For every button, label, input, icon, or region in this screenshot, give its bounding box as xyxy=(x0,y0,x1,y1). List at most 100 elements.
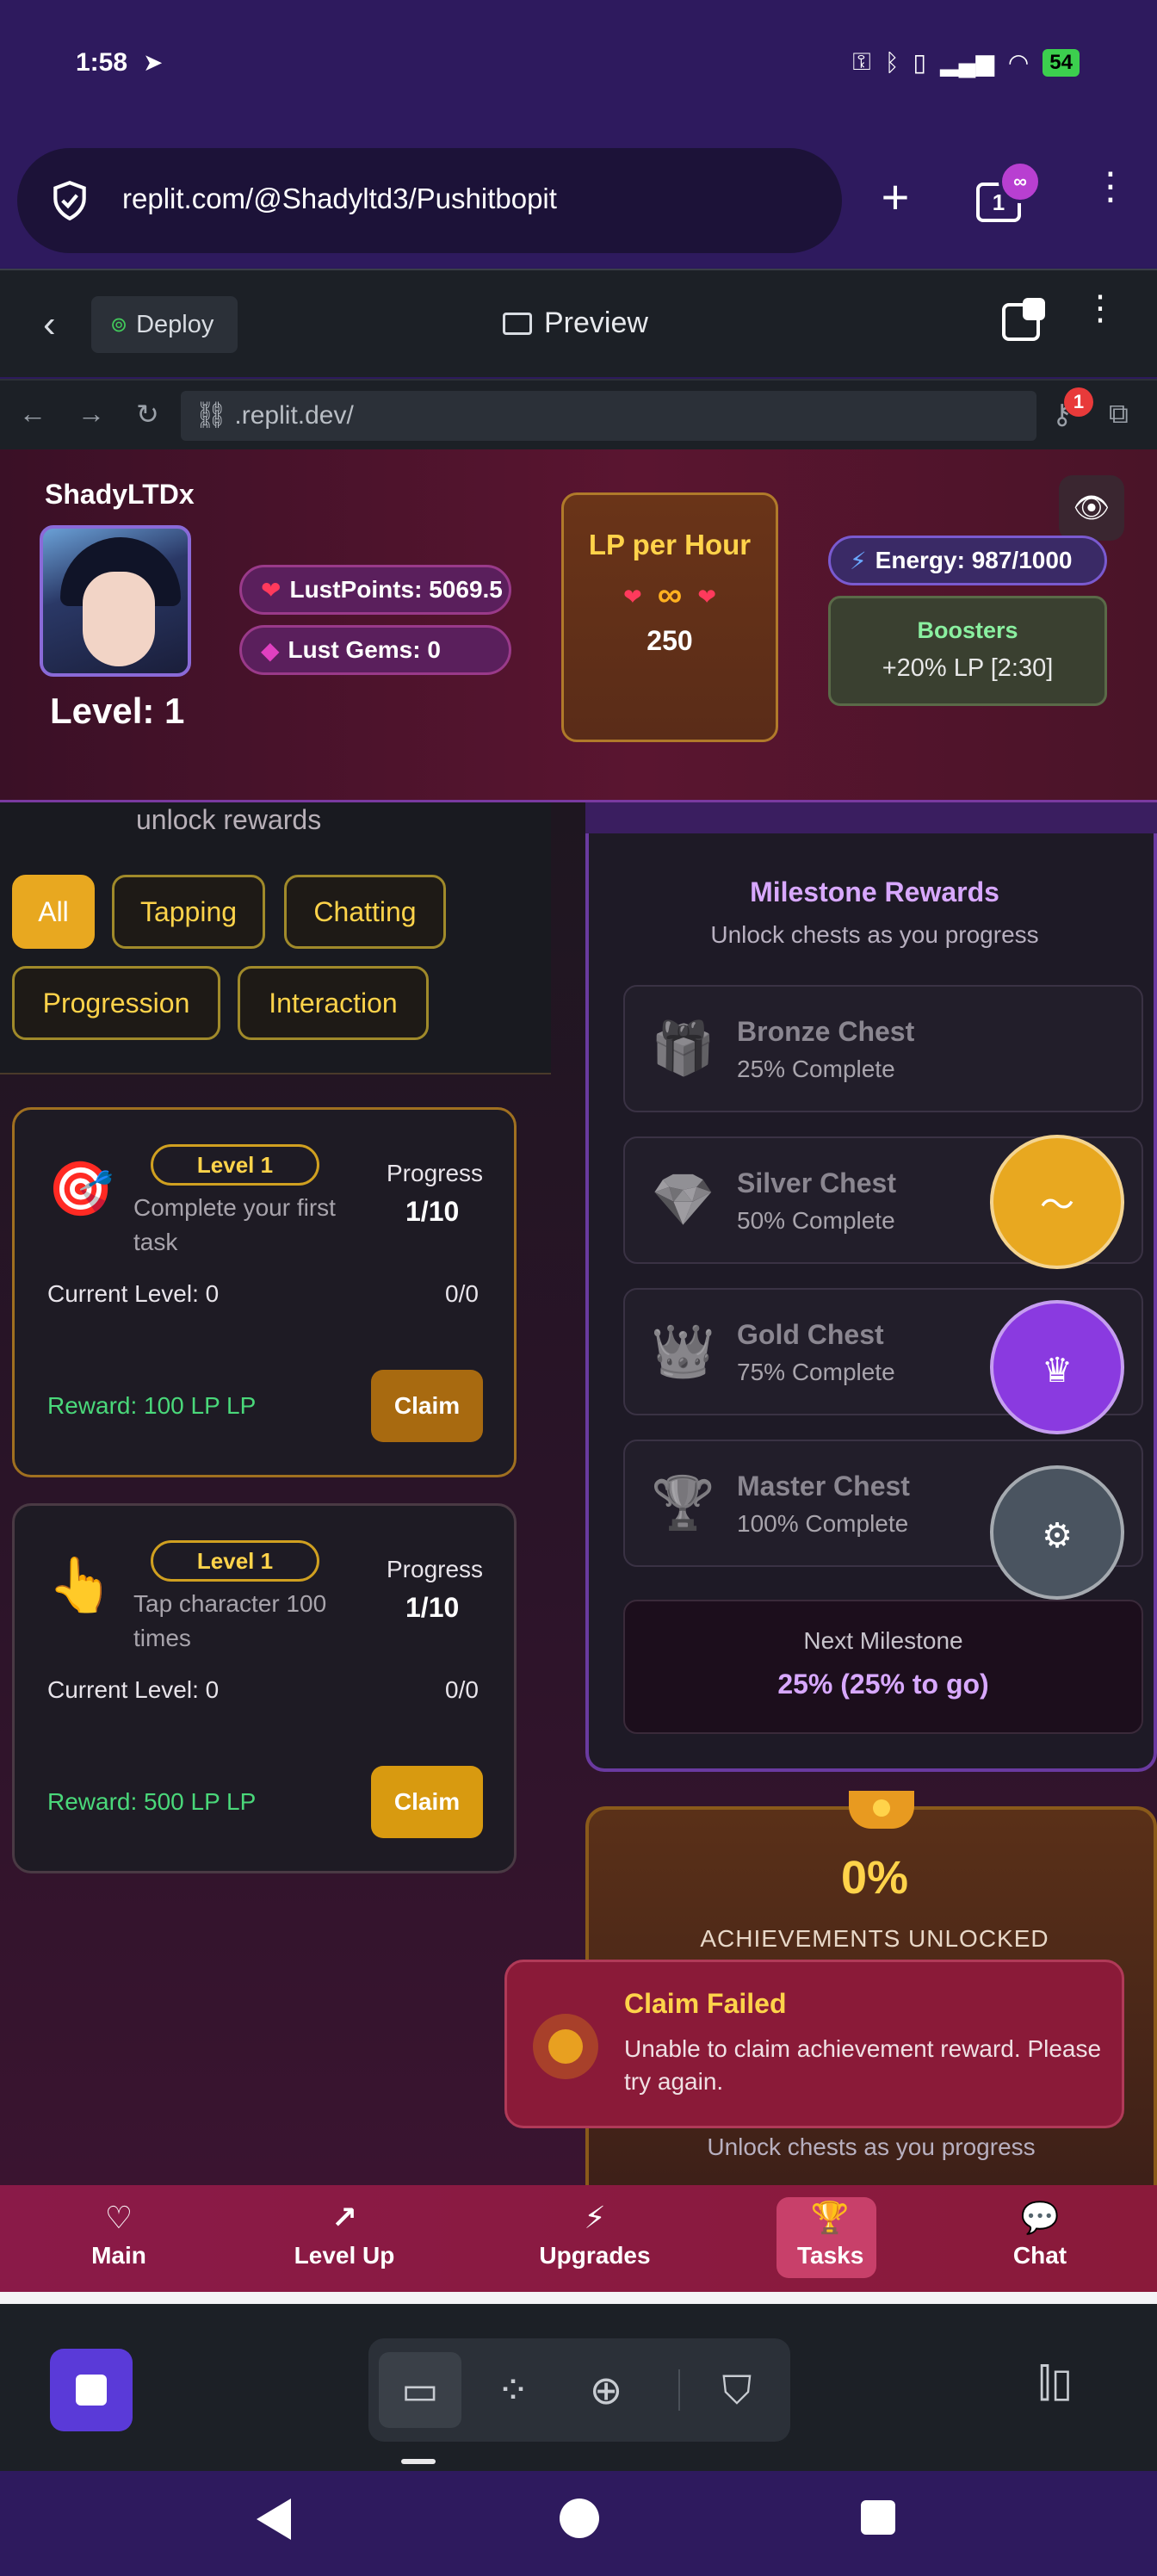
current-count: 0/0 xyxy=(445,1280,479,1307)
lustgems-value: Lust Gems: 0 xyxy=(288,636,441,663)
gem-icon: ◆ xyxy=(261,636,280,664)
heart-icon: ❤ xyxy=(622,583,642,610)
nav-level-up-label: Level Up xyxy=(294,2242,395,2269)
chest-progress: 100% Complete xyxy=(737,1510,909,1537)
pulse-icon: 〜 xyxy=(1040,1186,1074,1224)
current-level: Current Level: 0 xyxy=(47,1676,220,1703)
bolt-icon: ⚡ xyxy=(584,2200,606,2235)
external-link-icon[interactable]: ⧉ xyxy=(1109,398,1129,430)
preview-address-row: ← → ↻ ⛓ .replit.dev/ ⚷ 1 ⧉ xyxy=(0,379,1157,449)
browser-toolbar: replit.com/@Shadyltd3/Pushitbopit + 1 ∞ … xyxy=(0,138,1157,267)
nav-back-icon[interactable]: ← xyxy=(19,398,46,430)
replit-bottom-bar: ▭ ⁘ ⊕ ⛉ ⫿▯ xyxy=(0,2304,1157,2471)
username: ShadyLTDx xyxy=(45,479,195,510)
player-level: Level: 1 xyxy=(50,690,185,731)
reload-icon[interactable]: ↻ xyxy=(136,398,159,430)
new-tab-button[interactable]: + xyxy=(869,173,921,221)
claim-button[interactable]: Claim xyxy=(371,1766,483,1838)
nav-level-up[interactable]: ↗ Level Up xyxy=(293,2185,396,2292)
deploy-globe-icon[interactable]: ⊕ xyxy=(565,2352,647,2428)
lustpoints-value: LustPoints: 5069.5 xyxy=(289,576,503,603)
boosters-title: Boosters xyxy=(917,617,1018,643)
premium-fab[interactable]: ♛ xyxy=(990,1300,1124,1434)
status-bar: 1:58 ➤ ⚿ ᛒ ▯ ▂▄▆ ◠ 54 xyxy=(0,0,1157,138)
lp-per-hour-value: 250 xyxy=(647,625,693,656)
milestone-title: Milestone Rewards xyxy=(750,876,999,907)
deploy-button[interactable]: ⊚ Deploy xyxy=(91,296,238,353)
tasks-content: unlock rewards All Tapping Chatting Prog… xyxy=(0,802,1157,2185)
heart-icon: ♡ xyxy=(104,2200,133,2235)
preview-tool-monitor-icon[interactable]: ▭ xyxy=(379,2352,461,2428)
back-chevron-icon[interactable]: ‹ xyxy=(43,303,56,346)
chat-bubble-icon: 💬 xyxy=(1020,2200,1060,2235)
chest-progress: 50% Complete xyxy=(737,1207,895,1234)
preview-label: Preview xyxy=(544,307,648,339)
browser-menu-button[interactable]: ⋮ xyxy=(1092,168,1129,206)
status-icons: ⚿ ᛒ ▯ ▂▄▆ ◠ 54 xyxy=(852,48,1080,77)
heart-icon: ❤ xyxy=(697,583,717,610)
panel-top-strip xyxy=(585,802,1157,833)
chest-name: Bronze Chest xyxy=(737,1016,915,1047)
nav-chat[interactable]: 💬 Chat xyxy=(1012,2185,1067,2292)
nav-main[interactable]: ♡ Main xyxy=(90,2185,148,2292)
task-panel-subtitle: unlock rewards xyxy=(136,804,322,835)
activity-fab[interactable]: 〜 xyxy=(990,1135,1124,1269)
eye-toggle-button[interactable]: 👁 xyxy=(1059,475,1124,541)
nav-tasks-label: Tasks xyxy=(797,2242,864,2269)
bluetooth-icon: ᛒ xyxy=(884,48,900,76)
toast-title: Claim Failed xyxy=(624,1988,787,2019)
claim-failed-toast[interactable]: Claim Failed Unable to claim achievement… xyxy=(504,1960,1124,2128)
key-icon: ⚿ xyxy=(852,48,871,75)
browser-url-bar[interactable]: replit.com/@Shadyltd3/Pushitbopit xyxy=(17,148,842,253)
toast-message: Unable to claim achievement reward. Plea… xyxy=(624,2035,1102,2095)
boosters-value: +20% LP [2:30] xyxy=(882,654,1054,682)
stop-button[interactable] xyxy=(50,2349,133,2431)
avatar-face xyxy=(83,572,155,666)
avatar[interactable] xyxy=(40,525,191,677)
achievement-medal-icon xyxy=(849,1791,914,1829)
chest-name: Master Chest xyxy=(737,1471,910,1502)
chest-bronze[interactable]: 🎁 Bronze Chest 25% Complete xyxy=(623,985,1143,1112)
filter-chip-interaction[interactable]: Interaction xyxy=(238,966,429,1040)
nav-tasks[interactable]: 🏆 Tasks xyxy=(776,2185,876,2292)
active-indicator xyxy=(401,2459,436,2464)
claim-button[interactable]: Claim xyxy=(371,1370,483,1442)
preview-address-input[interactable]: ⛓ .replit.dev/ xyxy=(181,391,1036,441)
lustpoints-pill: ❤ LustPoints: 5069.5 xyxy=(239,565,511,615)
android-home-icon[interactable] xyxy=(560,2499,599,2538)
filter-chip-progression[interactable]: Progression xyxy=(12,966,220,1040)
filter-chip-all[interactable]: All xyxy=(12,875,95,949)
nav-chat-label: Chat xyxy=(1012,2242,1067,2269)
signal-icon: ▂▄▆ xyxy=(939,49,994,76)
open-pane-button[interactable] xyxy=(1002,298,1045,341)
filter-chip-tapping[interactable]: Tapping xyxy=(112,875,265,949)
filter-chip-chatting[interactable]: Chatting xyxy=(284,875,446,949)
android-back-icon[interactable] xyxy=(257,2499,291,2540)
settings-fab[interactable]: ⚙ xyxy=(990,1465,1124,1600)
task-reward: Reward: 100 LP LP xyxy=(47,1392,257,1419)
trophy-icon: 🏆 xyxy=(651,1474,715,1532)
vibrate-icon: ▯ xyxy=(913,49,926,76)
chest-name: Gold Chest xyxy=(737,1319,884,1350)
nav-upgrades[interactable]: ⚡ Upgrades xyxy=(539,2185,651,2292)
nav-forward-icon[interactable]: → xyxy=(77,398,105,430)
next-milestone-title: Next Milestone xyxy=(803,1627,963,1654)
lp-per-hour-symbol-row: ❤ ∞ ❤ xyxy=(564,576,776,615)
nav-upgrades-label: Upgrades xyxy=(539,2242,651,2269)
energy-pill: ⚡ Energy: 987/1000 xyxy=(828,536,1107,585)
lp-per-hour-card: LP per Hour ❤ ∞ ❤ 250 xyxy=(561,492,778,742)
pointing-hand-icon: 👆 xyxy=(47,1556,114,1615)
workspace-apps-icon[interactable]: ⁘ xyxy=(472,2352,554,2428)
android-recents-icon[interactable] xyxy=(861,2500,895,2535)
crown-icon: ♛ xyxy=(1042,1352,1073,1390)
replit-menu-button[interactable]: ⋮ xyxy=(1083,291,1117,325)
preview-nav: ← → ↻ xyxy=(19,398,159,430)
panels-icon[interactable]: ⫿▯ xyxy=(1038,2359,1073,2407)
wifi-icon: ◠ xyxy=(1007,49,1030,76)
task-reward: Reward: 500 LP LP xyxy=(47,1788,257,1815)
monitor-icon xyxy=(503,312,532,335)
next-milestone-card: Next Milestone 25% (25% to go) xyxy=(623,1600,1143,1734)
link-icon: ⛓ xyxy=(195,401,235,430)
boosters-card[interactable]: Boosters +20% LP [2:30] xyxy=(828,596,1107,706)
security-shield-icon[interactable]: ⛉ xyxy=(696,2352,778,2428)
